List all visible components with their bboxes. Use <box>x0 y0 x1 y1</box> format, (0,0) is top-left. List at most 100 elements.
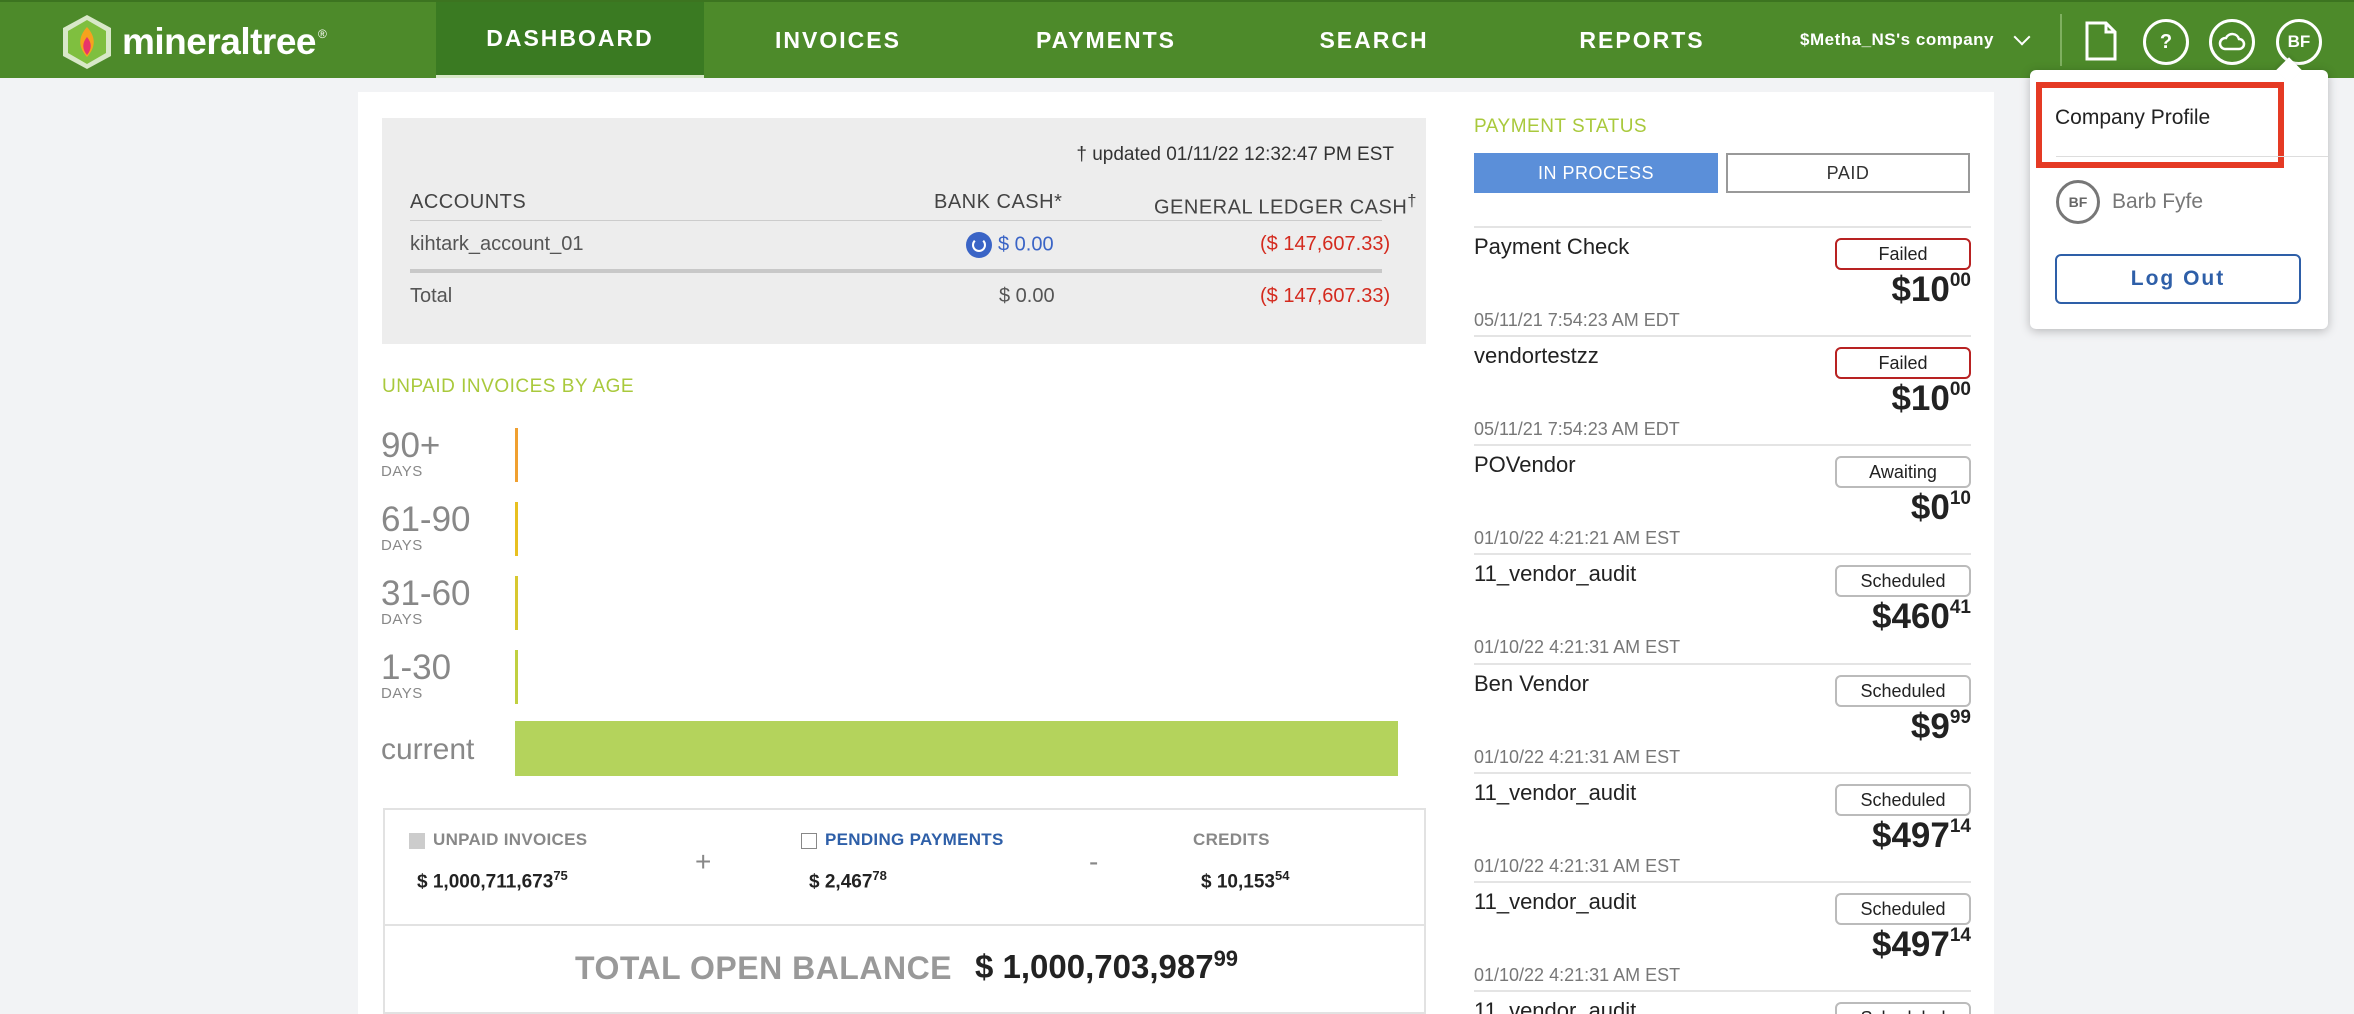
user-menu-dropdown: Company Profile BF Barb Fyfe Log Out <box>2030 70 2328 329</box>
payment-row[interactable]: 11_vendor_audit Scheduled $49714 01/10/2… <box>1474 881 1971 989</box>
tab-in-process[interactable]: IN PROCESS <box>1474 153 1718 193</box>
payment-vendor: Payment Check <box>1474 234 1630 259</box>
menu-divider <box>2056 156 2328 157</box>
nav-payments[interactable]: PAYMENTS <box>972 2 1240 78</box>
status-badge: Scheduled <box>1835 565 1971 597</box>
last-updated: † updated 01/11/22 12:32:47 PM EST <box>1076 144 1394 165</box>
payment-date: 05/11/21 7:54:23 AM EDT <box>1474 419 1680 439</box>
avatar: BF <box>2056 180 2100 224</box>
nav-divider <box>2060 14 2062 66</box>
payment-amount: $999 <box>1910 707 1971 746</box>
total-gl-cash: ($ 147,607.33) <box>1260 285 1391 307</box>
accounts-summary: † updated 01/11/22 12:32:47 PM EST ACCOU… <box>382 118 1426 344</box>
user-name: Barb Fyfe <box>2112 190 2204 213</box>
unpaid-by-age-title: UNPAID INVOICES BY AGE <box>382 376 635 397</box>
logout-button[interactable]: Log Out <box>2055 254 2301 304</box>
company-profile-link[interactable]: Company Profile <box>2055 106 2210 130</box>
payment-row[interactable]: Ben Vendor Scheduled $999 01/10/22 4:21:… <box>1474 663 1971 771</box>
payment-date: 01/10/22 4:21:31 AM EST <box>1474 637 1681 657</box>
payment-vendor: Ben Vendor <box>1474 671 1589 696</box>
gl-cash-header: GENERAL LEDGER CASH† <box>1154 191 1418 219</box>
payment-vendor: 11_vendor_audit <box>1474 998 1637 1014</box>
payment-row[interactable]: POVendor Awaiting $010 01/10/22 4:21:21 … <box>1474 444 1971 552</box>
unpaid-invoices-value: $ 1,000,711,67375 <box>417 868 568 893</box>
user-avatar-button[interactable]: BF <box>2276 19 2322 65</box>
account-name[interactable]: kihtark_account_01 <box>410 233 583 256</box>
refresh-icon[interactable] <box>966 232 992 258</box>
age-bar-61-90[interactable] <box>515 502 518 556</box>
age-label-61-90: 61-90 DAYS <box>381 500 471 554</box>
pending-payments-label[interactable]: PENDING PAYMENTS <box>801 830 1004 850</box>
unpaid-invoices-label[interactable]: UNPAID INVOICES <box>409 830 587 850</box>
pending-checkbox-icon <box>801 832 817 849</box>
age-label-31-60: 31-60 DAYS <box>381 574 471 628</box>
age-label-1-30: 1-30 DAYS <box>381 648 452 702</box>
bank-cash-value[interactable]: $ 0.00 <box>966 232 1054 258</box>
age-bar-31-60[interactable] <box>515 576 518 630</box>
payment-amount: $49714 <box>1871 925 1971 964</box>
payment-vendor: 11_vendor_audit <box>1474 561 1637 586</box>
payment-row[interactable]: 11_vendor_audit Scheduled $46041 01/10/2… <box>1474 553 1971 661</box>
payment-status-title: PAYMENT STATUS <box>1474 116 1648 137</box>
brand-logo[interactable]: mineraltree ® <box>60 14 327 70</box>
age-label-current: current <box>381 733 475 766</box>
payment-date: 01/10/22 4:21:21 AM EST <box>1474 528 1681 548</box>
plus-operator: + <box>695 846 712 877</box>
age-bar-current[interactable] <box>515 721 1398 776</box>
total-label: Total <box>410 285 453 307</box>
payment-amount: $1000 <box>1891 379 1971 418</box>
accounts-header: ACCOUNTS <box>410 191 527 213</box>
minus-operator: - <box>1089 846 1099 877</box>
pending-payments-value: $ 2,46778 <box>809 868 887 893</box>
status-badge: Scheduled <box>1835 1002 1971 1014</box>
company-switcher[interactable]: $Metha_NS's company <box>1800 2 2031 78</box>
status-badge: Failed <box>1835 347 1971 379</box>
header-divider <box>410 220 1382 221</box>
tab-paid[interactable]: PAID <box>1726 153 1970 193</box>
document-icon[interactable] <box>2084 20 2118 67</box>
chevron-down-icon <box>2013 28 2031 46</box>
payment-amount: $010 <box>1910 488 1971 527</box>
payment-vendor: 11_vendor_audit <box>1474 780 1637 805</box>
gl-cash-value: ($ 147,607.33) <box>1260 233 1391 255</box>
payment-vendor: POVendor <box>1474 452 1576 477</box>
row-divider <box>410 269 1382 273</box>
payment-date: 01/10/22 4:21:31 AM EST <box>1474 856 1681 876</box>
nav-invoices[interactable]: INVOICES <box>704 2 972 78</box>
brand-name: mineraltree ® <box>122 21 327 62</box>
total-bank-cash: $ 0.00 <box>999 285 1055 307</box>
age-bar-90plus[interactable] <box>515 428 518 482</box>
payment-date: 05/11/21 7:54:23 AM EDT <box>1474 310 1680 330</box>
payment-date: 01/10/22 4:21:31 AM EST <box>1474 965 1681 985</box>
open-balance-summary: UNPAID INVOICES $ 1,000,711,67375 + PEND… <box>383 808 1426 1014</box>
help-icon[interactable]: ? <box>2143 19 2189 65</box>
top-navbar: mineraltree ® DASHBOARD INVOICES PAYMENTS… <box>0 0 2354 78</box>
status-badge: Scheduled <box>1835 893 1971 925</box>
age-bar-1-30[interactable] <box>515 650 518 704</box>
payment-vendor: vendortestzz <box>1474 343 1599 368</box>
status-badge: Scheduled <box>1835 675 1971 707</box>
nav-search[interactable]: SEARCH <box>1240 2 1508 78</box>
payment-amount: $1000 <box>1891 270 1971 309</box>
cloud-icon[interactable] <box>2209 19 2255 65</box>
status-badge: Awaiting <box>1835 456 1971 488</box>
status-badge: Failed <box>1835 238 1971 270</box>
credits-value: $ 10,15354 <box>1201 868 1290 893</box>
status-badge: Scheduled <box>1835 784 1971 816</box>
totals-divider <box>385 924 1424 926</box>
brand-logo-icon <box>63 15 111 69</box>
nav-reports[interactable]: REPORTS <box>1508 2 1776 78</box>
nav-dashboard[interactable]: DASHBOARD <box>436 2 704 78</box>
payment-row[interactable]: vendortestzz Failed $1000 05/11/21 7:54:… <box>1474 335 1971 443</box>
payment-amount: $46041 <box>1871 597 1971 636</box>
unpaid-square-icon <box>409 832 425 849</box>
payment-row[interactable]: 11_vendor_audit Scheduled <box>1474 990 1971 1014</box>
company-name: $Metha_NS's company <box>1800 30 1994 49</box>
payment-row[interactable]: Payment Check Failed $1000 05/11/21 7:54… <box>1474 226 1971 334</box>
credits-label: CREDITS <box>1193 830 1270 849</box>
payment-date: 01/10/22 4:21:31 AM EST <box>1474 747 1681 767</box>
payment-row[interactable]: 11_vendor_audit Scheduled $49714 01/10/2… <box>1474 772 1971 880</box>
payment-amount: $49714 <box>1871 816 1971 855</box>
payment-vendor: 11_vendor_audit <box>1474 889 1637 914</box>
total-open-balance-value: $ 1,000,703,98799 <box>975 946 1239 985</box>
